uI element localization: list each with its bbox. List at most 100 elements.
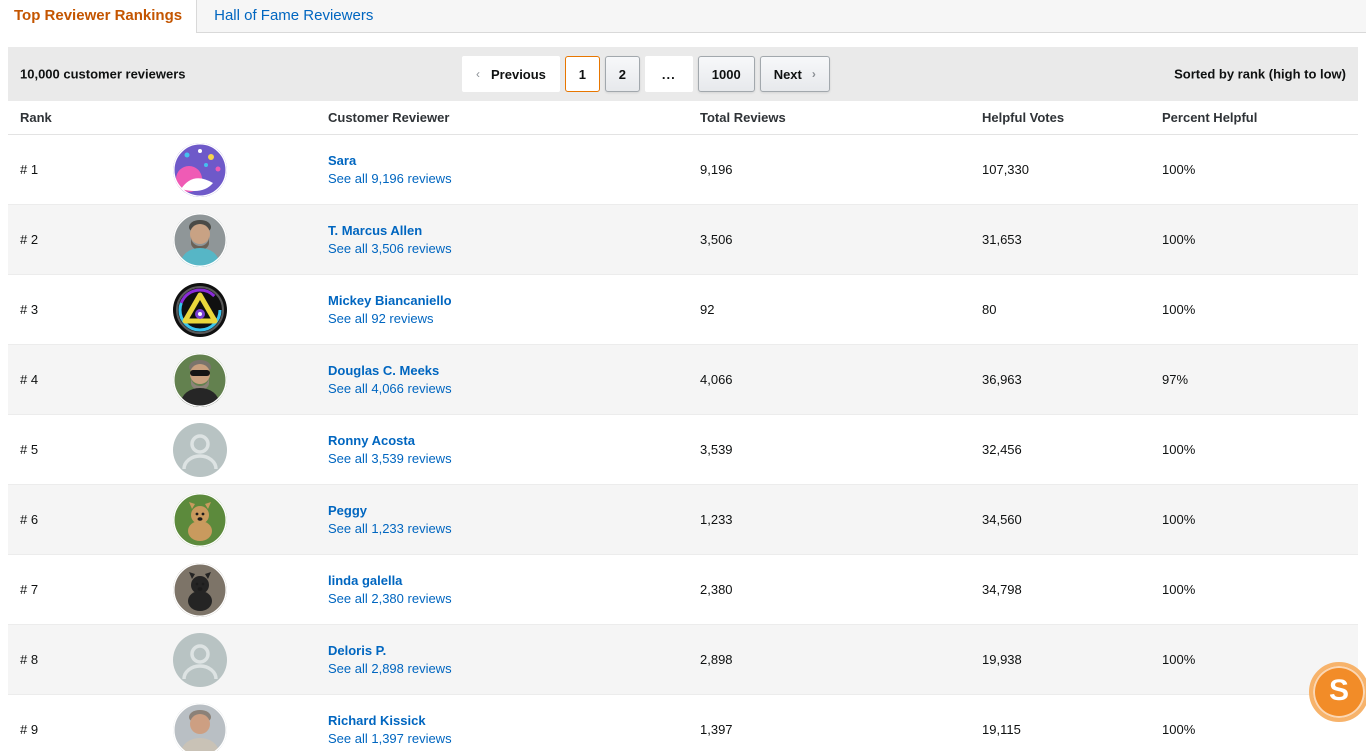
pagination-ellipsis: ...: [645, 56, 693, 92]
reviewer-cell: linda galella See all 2,380 reviews: [328, 573, 700, 606]
total-reviews-cell: 92: [700, 302, 982, 317]
column-header-helpful-votes: Helpful Votes: [982, 110, 1162, 125]
column-header-percent-helpful: Percent Helpful: [1162, 110, 1358, 125]
percent-helpful-cell: 97%: [1162, 372, 1358, 387]
helpful-votes-cell: 80: [982, 302, 1162, 317]
black-dog-avatar[interactable]: [173, 563, 227, 617]
reviewer-name-link[interactable]: linda galella: [328, 573, 700, 588]
pagination: ‹ Previous 1 2 ... 1000 Next ›: [462, 56, 830, 92]
sunglasses-man-avatar[interactable]: [173, 353, 227, 407]
see-all-reviews-link[interactable]: See all 1,233 reviews: [328, 521, 700, 536]
avatar-cell: [118, 143, 328, 197]
reviewer-cell: Richard Kissick See all 1,397 reviews: [328, 713, 700, 746]
reviewer-name-link[interactable]: Sara: [328, 153, 700, 168]
default-avatar[interactable]: [173, 423, 227, 477]
total-reviews-cell: 2,898: [700, 652, 982, 667]
page-button-2[interactable]: 2: [605, 56, 640, 92]
table-row: # 5 Ronny Acosta See all 3,539 reviews3,53…: [8, 415, 1358, 485]
reviewer-cell: Douglas C. Meeks See all 4,066 reviews: [328, 363, 700, 396]
reviewer-cell: Deloris P. See all 2,898 reviews: [328, 643, 700, 676]
helpful-votes-cell: 31,653: [982, 232, 1162, 247]
rank-cell: # 8: [8, 652, 118, 667]
table-row: # 2T. Marcus AllenSee all 3,506 reviews3…: [8, 205, 1358, 275]
reviewer-name-link[interactable]: Mickey Biancaniello: [328, 293, 700, 308]
total-reviews-cell: 4,066: [700, 372, 982, 387]
page-button-1000[interactable]: 1000: [698, 56, 755, 92]
rank-cell: # 6: [8, 512, 118, 527]
see-all-reviews-link[interactable]: See all 92 reviews: [328, 311, 700, 326]
table-row: # 3 Mickey Biancaniello See all 92 reviews…: [8, 275, 1358, 345]
avatar-cell: [118, 353, 328, 407]
avatar-cell: [118, 633, 328, 687]
man-photo-avatar[interactable]: [173, 703, 227, 751]
see-all-reviews-link[interactable]: See all 9,196 reviews: [328, 171, 700, 186]
helpful-votes-cell: 34,798: [982, 582, 1162, 597]
triangle-logo-avatar[interactable]: [173, 283, 227, 337]
total-reviews-cell: 9,196: [700, 162, 982, 177]
reviewer-name-link[interactable]: Deloris P.: [328, 643, 700, 658]
extension-badge[interactable]: S: [1309, 662, 1366, 722]
percent-helpful-cell: 100%: [1162, 582, 1358, 597]
avatar-cell: [118, 283, 328, 337]
percent-helpful-cell: 100%: [1162, 232, 1358, 247]
table-body: # 1 Sara See all 9,196 reviews9,196107,330…: [8, 135, 1358, 751]
total-reviews-cell: 1,233: [700, 512, 982, 527]
helpful-votes-cell: 19,938: [982, 652, 1162, 667]
helpful-votes-cell: 36,963: [982, 372, 1162, 387]
bearded-man-avatar[interactable]: [173, 213, 227, 267]
total-reviews-cell: 2,380: [700, 582, 982, 597]
table-row: # 1 Sara See all 9,196 reviews9,196107,330…: [8, 135, 1358, 205]
table-row: # 8 Deloris P. See all 2,898 reviews2,8981…: [8, 625, 1358, 695]
helpful-votes-cell: 32,456: [982, 442, 1162, 457]
see-all-reviews-link[interactable]: See all 4,066 reviews: [328, 381, 700, 396]
see-all-reviews-link[interactable]: See all 3,506 reviews: [328, 241, 700, 256]
tab-hall-of-fame-reviewers[interactable]: Hall of Fame Reviewers: [214, 7, 373, 24]
rankings-panel: 10,000 customer reviewers ‹ Previous 1 2…: [8, 47, 1358, 751]
see-all-reviews-link[interactable]: See all 2,380 reviews: [328, 591, 700, 606]
helpful-votes-cell: 34,560: [982, 512, 1162, 527]
previous-label: Previous: [491, 67, 546, 82]
percent-helpful-cell: 100%: [1162, 162, 1358, 177]
previous-button[interactable]: ‹ Previous: [462, 56, 560, 92]
rank-cell: # 4: [8, 372, 118, 387]
avatar-cell: [118, 213, 328, 267]
reviewer-cell: Sara See all 9,196 reviews: [328, 153, 700, 186]
reviewer-count-label: 10,000 customer reviewers: [20, 67, 186, 82]
page-button-1[interactable]: 1: [565, 56, 600, 92]
rank-cell: # 1: [8, 162, 118, 177]
see-all-reviews-link[interactable]: See all 1,397 reviews: [328, 731, 700, 746]
reviewer-name-link[interactable]: Douglas C. Meeks: [328, 363, 700, 378]
table-header: Rank Customer Reviewer Total Reviews Hel…: [8, 101, 1358, 135]
tab-top-reviewer-rankings[interactable]: Top Reviewer Rankings: [0, 0, 196, 33]
reviewer-cell: Mickey Biancaniello See all 92 reviews: [328, 293, 700, 326]
rank-cell: # 3: [8, 302, 118, 317]
unicorn-art-avatar[interactable]: [173, 143, 227, 197]
next-button[interactable]: Next ›: [760, 56, 830, 92]
column-header-rank: Rank: [8, 110, 118, 125]
toolbar: 10,000 customer reviewers ‹ Previous 1 2…: [8, 47, 1358, 101]
default-avatar[interactable]: [173, 633, 227, 687]
see-all-reviews-link[interactable]: See all 2,898 reviews: [328, 661, 700, 676]
reviewer-name-link[interactable]: Peggy: [328, 503, 700, 518]
reviewer-name-link[interactable]: Ronny Acosta: [328, 433, 700, 448]
reviewer-cell: T. Marcus Allen See all 3,506 reviews: [328, 223, 700, 256]
column-header-total-reviews: Total Reviews: [700, 110, 982, 125]
reviewer-name-link[interactable]: Richard Kissick: [328, 713, 700, 728]
total-reviews-cell: 3,539: [700, 442, 982, 457]
percent-helpful-cell: 100%: [1162, 722, 1358, 737]
avatar-cell: [118, 423, 328, 477]
chevron-right-icon: ›: [812, 67, 816, 81]
dog-on-grass-avatar[interactable]: [173, 493, 227, 547]
table-row: # 6 Peggy See all 1,233 reviews1,23334,560…: [8, 485, 1358, 555]
next-label: Next: [774, 67, 802, 82]
avatar-cell: [118, 493, 328, 547]
see-all-reviews-link[interactable]: See all 3,539 reviews: [328, 451, 700, 466]
avatar-cell: [118, 703, 328, 751]
reviewer-name-link[interactable]: T. Marcus Allen: [328, 223, 700, 238]
rank-cell: # 5: [8, 442, 118, 457]
percent-helpful-cell: 100%: [1162, 512, 1358, 527]
helpful-votes-cell: 107,330: [982, 162, 1162, 177]
tab-bar: Top Reviewer Rankings Hall of Fame Revie…: [0, 0, 1366, 33]
total-reviews-cell: 1,397: [700, 722, 982, 737]
helpful-votes-cell: 19,115: [982, 722, 1162, 737]
